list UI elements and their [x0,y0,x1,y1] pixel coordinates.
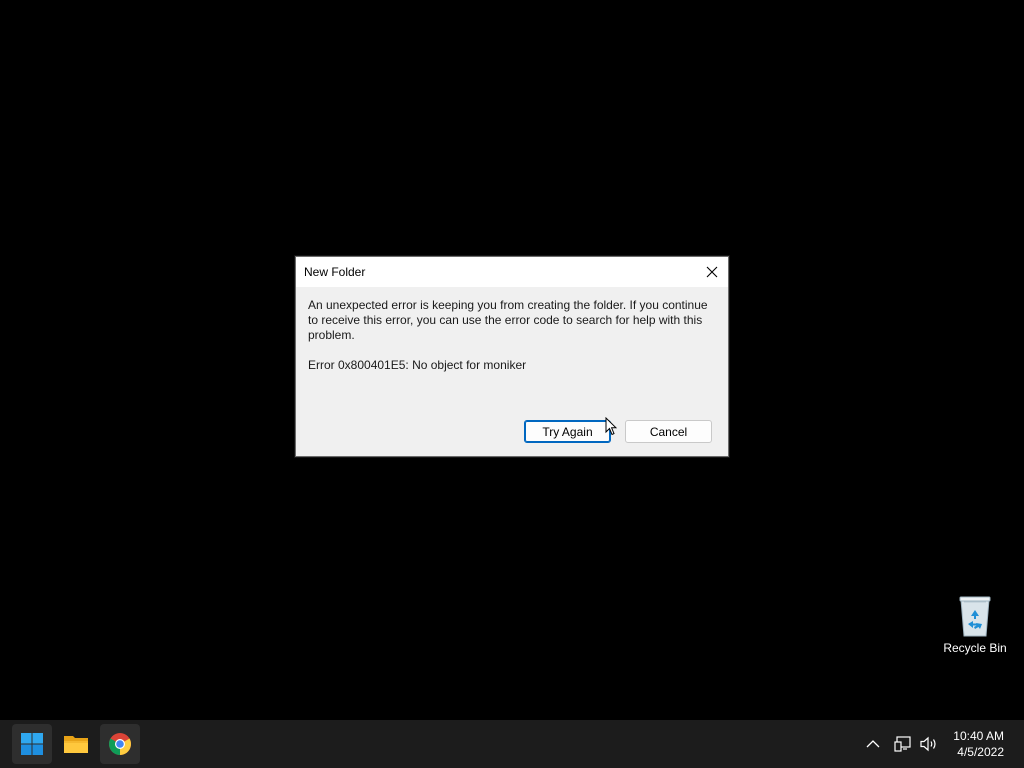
taskbar-pinned-apps [8,724,140,764]
recycle-bin-label: Recycle Bin [943,641,1007,655]
clock-time: 10:40 AM [953,729,1004,743]
windows-start-icon [21,733,43,755]
close-icon [706,266,718,278]
start-button[interactable] [12,724,52,764]
volume-button[interactable] [917,732,941,756]
dialog-titlebar[interactable]: New Folder [296,257,728,287]
dialog-buttons: Try Again Cancel [524,420,712,443]
taskbar-file-explorer[interactable] [56,724,96,764]
taskbar-clock[interactable]: 10:40 AM 4/5/2022 [953,728,1004,760]
mouse-cursor-icon [605,417,617,436]
desktop-icon-recycle-bin[interactable]: Recycle Bin [940,594,1010,664]
chrome-icon [109,733,131,755]
network-icon [894,736,911,752]
clock-date: 4/5/2022 [957,745,1004,759]
show-hidden-icons-button[interactable] [861,732,885,756]
error-message: An unexpected error is keeping you from … [308,298,708,342]
dialog-body: An unexpected error is keeping you from … [296,287,728,373]
volume-icon [920,736,936,752]
system-tray: 10:40 AM 4/5/2022 [861,720,1024,768]
try-again-button[interactable]: Try Again [524,420,611,443]
dialog-close-button[interactable] [696,257,728,287]
file-explorer-icon [64,736,88,753]
chevron-up-icon [866,740,880,748]
taskbar-chrome[interactable] [100,724,140,764]
cancel-button[interactable]: Cancel [625,420,712,443]
new-folder-error-dialog: New Folder An unexpected error is keepin… [295,256,729,457]
taskbar: 10:40 AM 4/5/2022 [0,720,1024,768]
recycle-bin-icon [959,596,991,637]
error-code: Error 0x800401E5: No object for moniker [308,358,527,372]
dialog-title: New Folder [304,265,366,279]
network-button[interactable] [891,732,915,756]
